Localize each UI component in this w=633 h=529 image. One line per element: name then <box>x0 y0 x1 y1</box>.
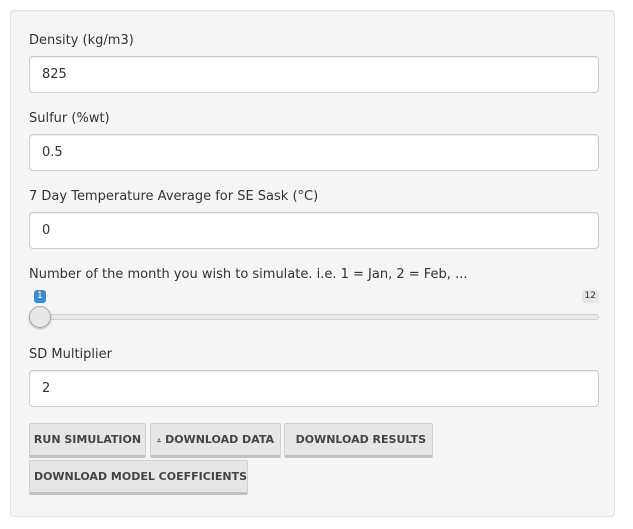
temperature-field: 7 Day Temperature Average for SE Sask (°… <box>29 189 599 249</box>
download-coefficients-button[interactable]: DOWNLOAD MODEL COEFFICIENTS <box>29 460 248 495</box>
sulfur-label: Sulfur (%wt) <box>29 111 110 126</box>
density-input[interactable] <box>29 56 599 93</box>
temperature-label: 7 Day Temperature Average for SE Sask (°… <box>29 189 319 204</box>
month-slider[interactable]: 1 12 <box>29 290 599 330</box>
download-data-button[interactable]: DOWNLOAD DATA <box>150 423 281 458</box>
slider-max-label: 12 <box>581 290 599 303</box>
density-label: Density (kg/m3) <box>29 33 134 48</box>
slider-track[interactable] <box>29 314 599 320</box>
download-coefficients-label: DOWNLOAD MODEL COEFFICIENTS <box>33 470 248 483</box>
sd-multiplier-input[interactable] <box>29 370 599 407</box>
download-data-label: DOWNLOAD DATA <box>165 433 274 446</box>
run-simulation-button[interactable]: RUN SIMULATION <box>29 423 146 458</box>
sulfur-input[interactable] <box>29 134 599 171</box>
sd-multiplier-label: SD Multiplier <box>29 347 112 362</box>
download-icon <box>157 437 162 442</box>
temperature-input[interactable] <box>29 212 599 249</box>
input-panel: Density (kg/m3) Sulfur (%wt) 7 Day Tempe… <box>10 10 615 517</box>
download-results-label: DOWNLOAD RESULTS <box>295 433 426 446</box>
sd-multiplier-field: SD Multiplier <box>29 347 599 407</box>
slider-value-badge: 1 <box>34 290 46 303</box>
download-icon <box>291 439 292 440</box>
sulfur-field: Sulfur (%wt) <box>29 111 599 171</box>
month-field: Number of the month you wish to simulate… <box>29 267 599 330</box>
slider-handle[interactable] <box>29 306 51 328</box>
density-field: Density (kg/m3) <box>29 33 599 93</box>
run-simulation-label: RUN SIMULATION <box>33 433 142 446</box>
month-label: Number of the month you wish to simulate… <box>29 267 468 282</box>
download-results-button[interactable]: DOWNLOAD RESULTS <box>284 423 433 458</box>
